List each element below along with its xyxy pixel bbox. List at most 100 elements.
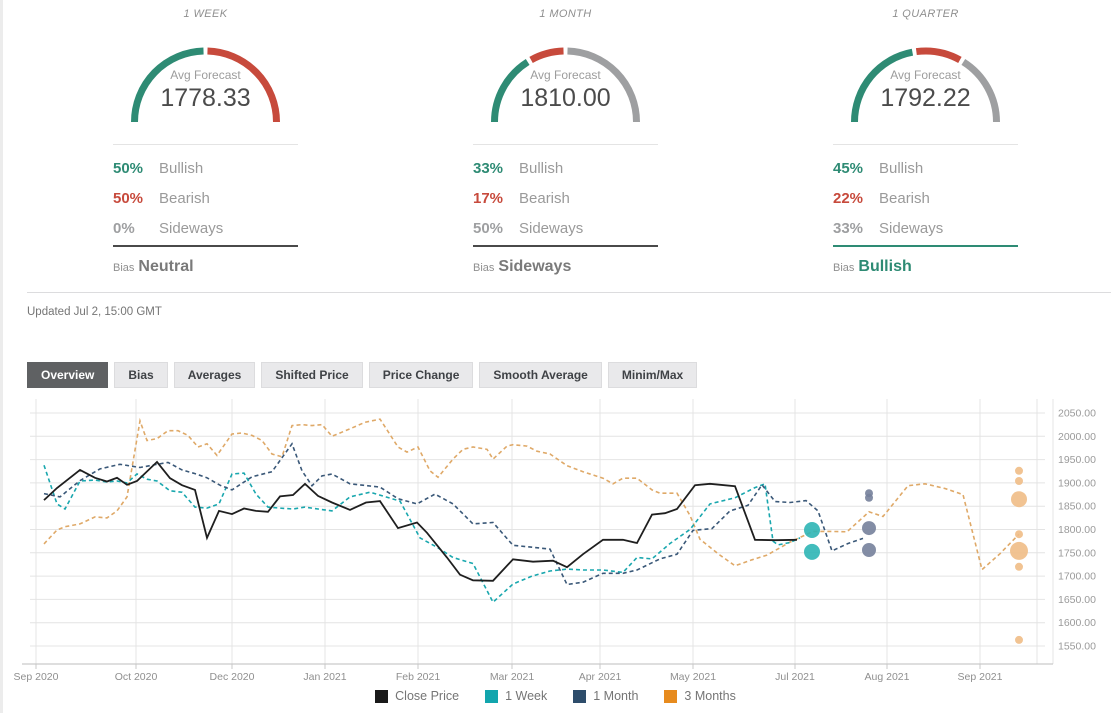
page-left-edge	[0, 0, 3, 713]
svg-text:Mar 2021: Mar 2021	[490, 671, 535, 683]
sideways-label: Sideways	[879, 219, 944, 237]
sideways-pct: 33%	[833, 219, 864, 237]
bearish-pct: 22%	[833, 189, 864, 207]
bullish-label: Bullish	[159, 159, 204, 177]
avg-forecast-label: Avg Forecast	[170, 68, 241, 82]
legend-label: Close Price	[395, 689, 460, 703]
bullish-row: 45% Bullish	[833, 153, 1018, 183]
legend-1-week[interactable]: 1 Week	[485, 689, 547, 703]
svg-text:1800.00: 1800.00	[1058, 524, 1096, 536]
svg-text:Feb 2021: Feb 2021	[396, 671, 441, 683]
svg-text:1700.00: 1700.00	[1058, 571, 1096, 583]
tab-bias[interactable]: Bias	[114, 362, 168, 388]
svg-text:1850.00: 1850.00	[1058, 501, 1096, 513]
bias-label: Bias	[473, 262, 495, 274]
bias-row: Bias Sideways	[473, 258, 658, 276]
bullish-label: Bullish	[519, 159, 564, 177]
bearish-label: Bearish	[879, 189, 930, 207]
sideways-pct: 0%	[113, 219, 135, 237]
svg-text:Jan 2021: Jan 2021	[303, 671, 346, 683]
bias-label: Bias	[833, 262, 855, 274]
svg-text:1900.00: 1900.00	[1058, 477, 1096, 489]
bearish-label: Bearish	[519, 189, 570, 207]
bias-value: Bullish	[858, 258, 912, 275]
panel-underline	[113, 245, 298, 247]
one-week-swatch	[485, 689, 499, 703]
svg-text:Aug 2021: Aug 2021	[865, 671, 910, 683]
panel-title-1week: 1 WEEK	[183, 8, 228, 20]
svg-text:May 2021: May 2021	[670, 671, 716, 683]
svg-text:Sep 2021: Sep 2021	[958, 671, 1003, 683]
one-month-swatch	[573, 689, 587, 703]
bullish-pct: 45%	[833, 159, 864, 177]
svg-text:2050.00: 2050.00	[1058, 408, 1096, 420]
gauge-1quarter: Avg Forecast 1792.22	[833, 30, 1018, 130]
bullish-row: 33% Bullish	[473, 153, 658, 183]
svg-text:1950.00: 1950.00	[1058, 454, 1096, 466]
panel-divider	[473, 144, 658, 145]
bias-row: Bias Bullish	[833, 258, 1018, 276]
chart-tabs: Overview Bias Averages Shifted Price Pri…	[27, 362, 1111, 388]
section-divider	[27, 292, 1111, 293]
bearish-label: Bearish	[159, 189, 210, 207]
legend-label: 1 Month	[593, 689, 639, 703]
svg-text:1550.00: 1550.00	[1058, 641, 1096, 653]
svg-text:1750.00: 1750.00	[1058, 547, 1096, 559]
panel-underline	[833, 245, 1018, 247]
svg-text:Sep 2020: Sep 2020	[14, 671, 59, 683]
legend-1-month[interactable]: 1 Month	[573, 689, 638, 703]
bias-value: Neutral	[138, 258, 194, 275]
svg-text:Apr 2021: Apr 2021	[579, 671, 622, 683]
legend-label: 1 Week	[505, 689, 548, 703]
bullish-pct: 33%	[473, 159, 504, 177]
bias-value: Sideways	[498, 258, 572, 275]
bearish-row: 17% Bearish	[473, 183, 658, 213]
tab-shifted-price[interactable]: Shifted Price	[261, 362, 363, 388]
panel-title-1month: 1 MONTH	[539, 8, 592, 20]
legend-label: 3 Months	[684, 689, 736, 703]
bearish-row: 50% Bearish	[113, 183, 298, 213]
tab-price-change[interactable]: Price Change	[368, 362, 474, 388]
price-forecast-chart[interactable]: 2050.00 2000.00 1950.00 1900.00 1850.00 1800.…	[0, 394, 1111, 694]
avg-forecast-value: 1792.22	[880, 84, 971, 112]
legend-3-months[interactable]: 3 Months	[664, 689, 736, 703]
tab-overview[interactable]: Overview	[27, 362, 109, 388]
close-price-swatch	[375, 689, 389, 703]
sideways-row: 0% Sideways	[113, 213, 298, 243]
forecast-chart: 2050.00 2000.00 1950.00 1900.00 1850.00 1800.…	[0, 394, 1111, 703]
bias-label: Bias	[113, 262, 135, 274]
bias-row: Bias Neutral	[113, 258, 298, 276]
avg-forecast-value: 1810.00	[520, 84, 611, 112]
avg-forecast-value: 1778.33	[160, 84, 251, 112]
forecast-panel-1month: 1 MONTH Avg Forecast 1810.00 33% Bullish …	[473, 8, 658, 276]
bearish-row: 22% Bearish	[833, 183, 1018, 213]
sideways-row: 33% Sideways	[833, 213, 1018, 243]
tab-smooth-average[interactable]: Smooth Average	[479, 362, 602, 388]
updated-timestamp: Updated Jul 2, 15:00 GMT	[27, 306, 162, 318]
bearish-pct: 17%	[473, 189, 504, 207]
tab-minim-max[interactable]: Minim/Max	[607, 362, 698, 388]
svg-text:1600.00: 1600.00	[1058, 617, 1096, 629]
sideways-pct: 50%	[473, 219, 504, 237]
forecast-panel-1week: 1 WEEK Avg Forecast 1778.33 50% Bullish 5…	[113, 8, 298, 276]
svg-text:Oct 2020: Oct 2020	[115, 671, 158, 683]
three-months-swatch	[664, 689, 678, 703]
panel-underline	[473, 245, 658, 247]
bullish-pct: 50%	[113, 159, 144, 177]
legend-close-price[interactable]: Close Price	[375, 689, 459, 703]
bearish-pct: 50%	[113, 189, 144, 207]
bullish-label: Bullish	[879, 159, 924, 177]
avg-forecast-label: Avg Forecast	[530, 68, 601, 82]
sideways-label: Sideways	[519, 219, 584, 237]
svg-text:2000.00: 2000.00	[1058, 431, 1096, 443]
bullish-row: 50% Bullish	[113, 153, 298, 183]
panel-divider	[833, 144, 1018, 145]
svg-text:1650.00: 1650.00	[1058, 594, 1096, 606]
sideways-label: Sideways	[159, 219, 224, 237]
tab-averages[interactable]: Averages	[173, 362, 256, 388]
forecast-panels: 1 WEEK Avg Forecast 1778.33 50% Bullish 5…	[0, 0, 1111, 276]
svg-text:Dec 2020: Dec 2020	[210, 671, 255, 683]
forecast-panel-1quarter: 1 QUARTER Avg Forecast 1792.22 45% Bullis…	[833, 8, 1018, 276]
gauge-1week: Avg Forecast 1778.33	[113, 30, 298, 130]
panel-divider	[113, 144, 298, 145]
